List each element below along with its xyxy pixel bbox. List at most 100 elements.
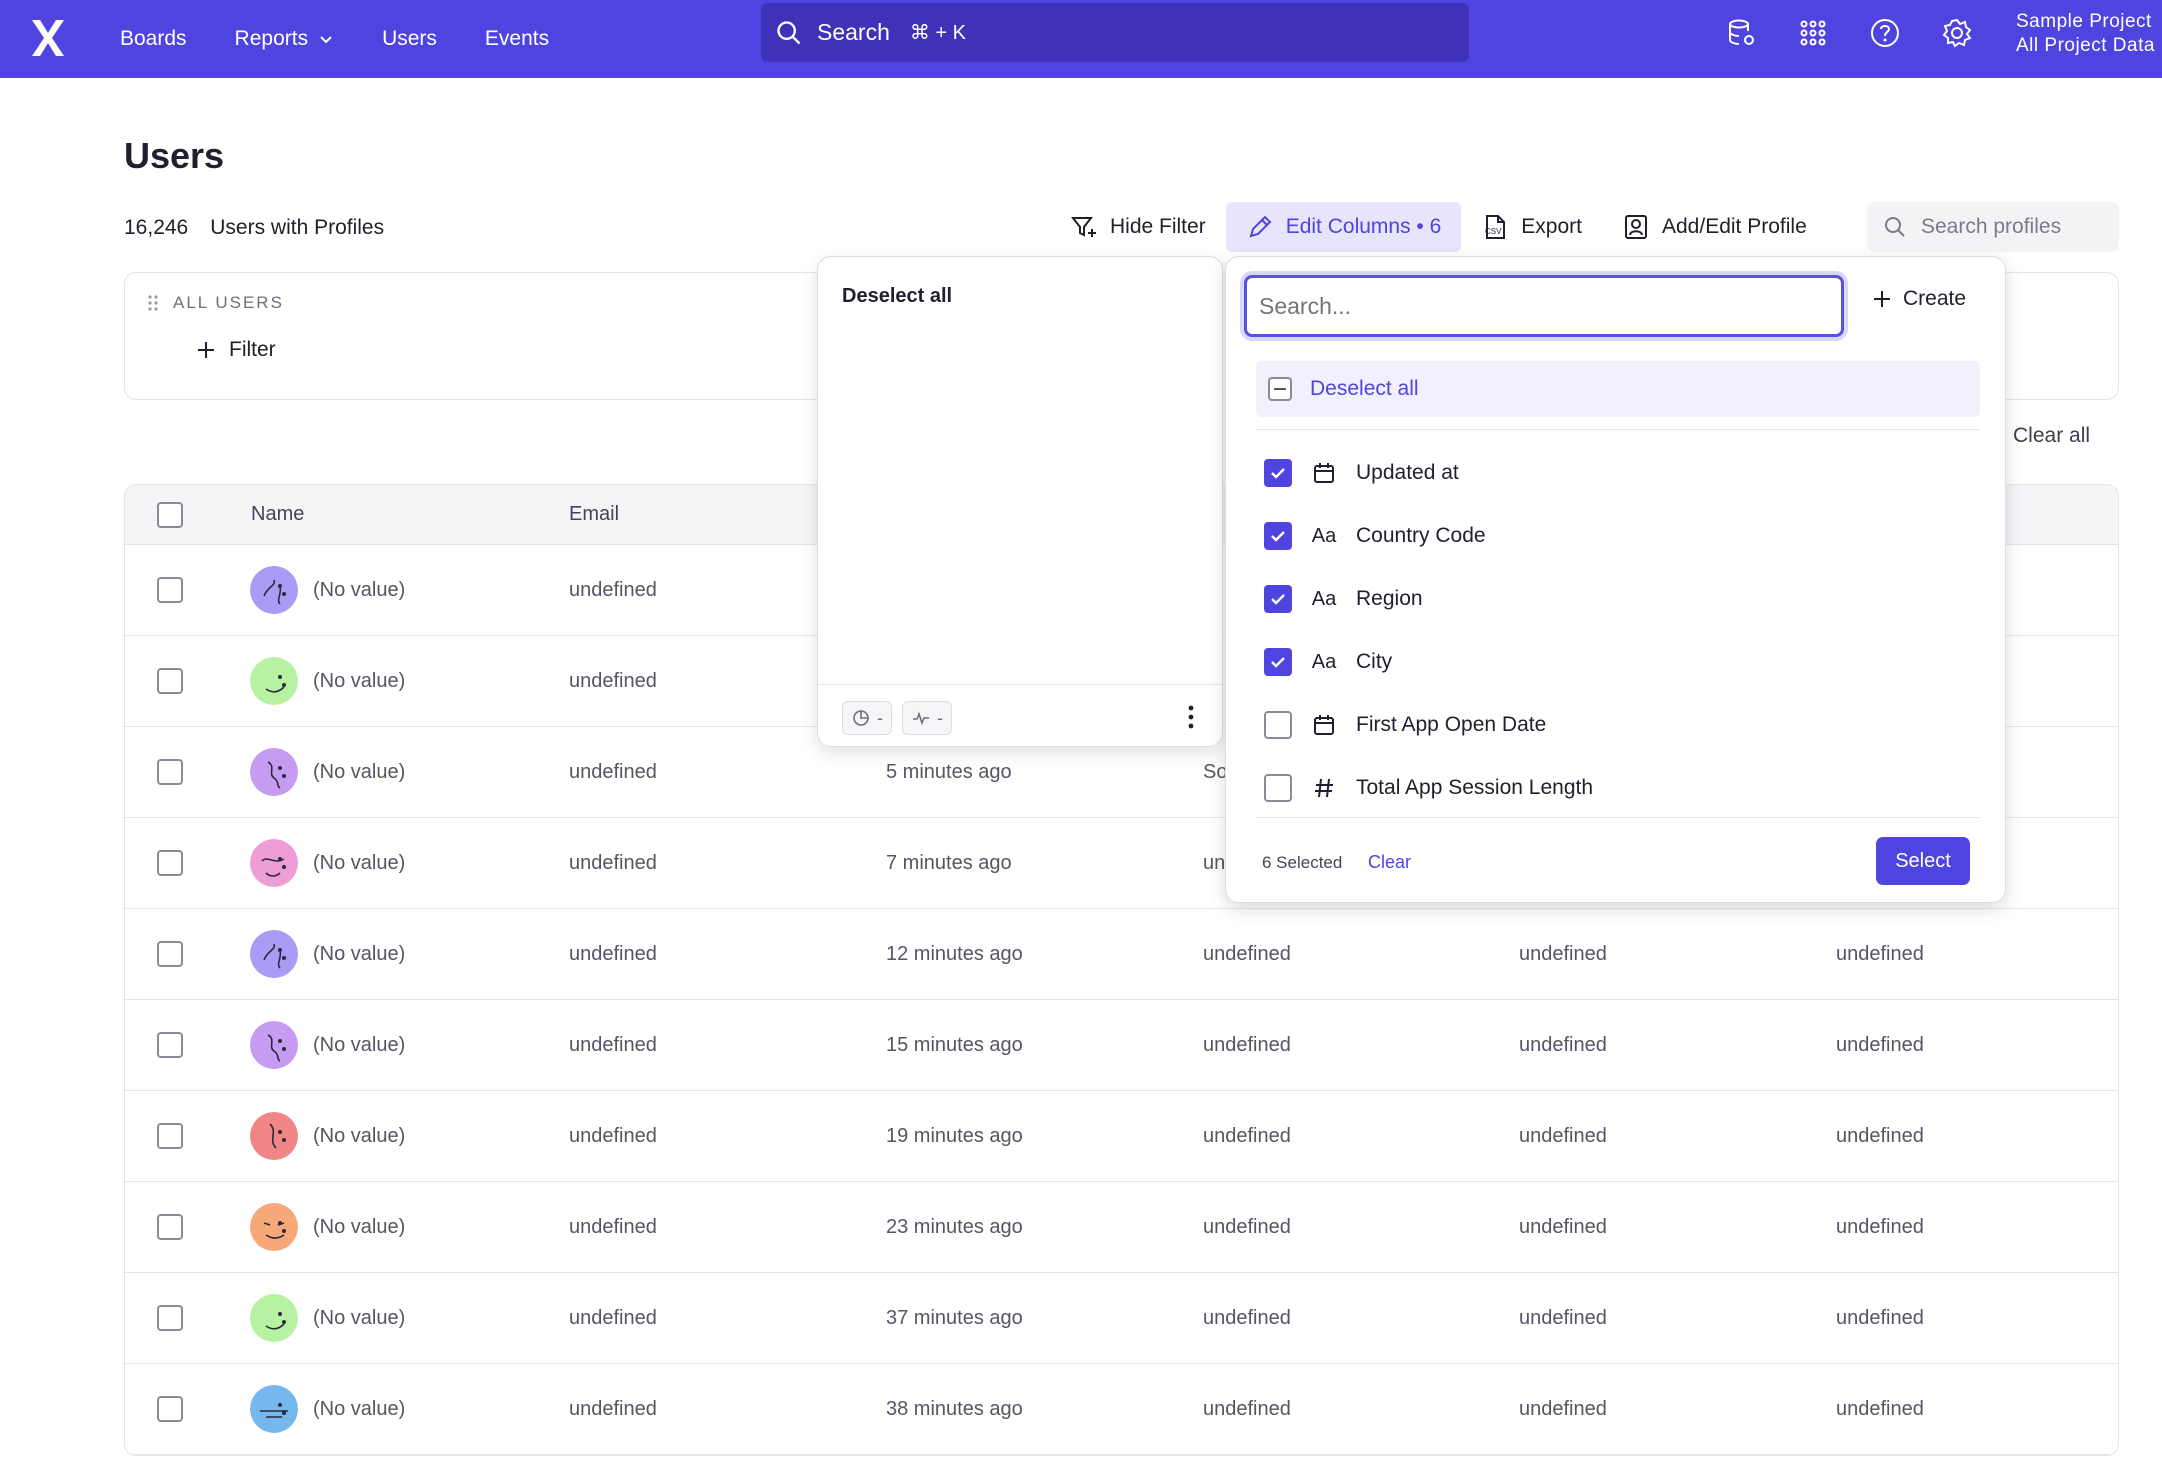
avatar — [250, 839, 298, 887]
avatar — [250, 1112, 298, 1160]
table-row[interactable]: (No value) undefined 12 minutes ago undefin… — [125, 909, 2118, 1000]
data-settings-icon[interactable] — [1722, 14, 1760, 52]
row-checkbox[interactable] — [157, 1123, 183, 1149]
user-country-code: un — [1203, 851, 1226, 874]
export-button[interactable]: CSV Export — [1461, 202, 1602, 252]
time-filter-value: - — [877, 707, 883, 728]
nav-link-events[interactable]: Events — [485, 27, 549, 51]
user-name[interactable]: (No value) — [313, 670, 405, 693]
row-checkbox[interactable] — [157, 668, 183, 694]
edit-columns-label: Edit Columns • 6 — [1285, 215, 1442, 238]
user-city: undefined — [1836, 1306, 1924, 1329]
select-button[interactable]: Select — [1876, 837, 1970, 885]
gear-icon[interactable] — [1938, 14, 1976, 52]
panel-deselect-all[interactable]: Deselect all — [842, 285, 952, 308]
user-name[interactable]: (No value) — [313, 579, 405, 602]
user-name[interactable]: (No value) — [313, 1034, 405, 1057]
column-checkbox[interactable] — [1264, 711, 1292, 739]
global-search[interactable]: Search ⌘ + K — [761, 3, 1469, 62]
text-type-icon: Aa — [1311, 650, 1337, 673]
help-icon[interactable] — [1866, 14, 1904, 52]
deselect-all-checkbox[interactable] — [1268, 377, 1292, 401]
table-row[interactable]: (No value) undefined 37 minutes ago undefin… — [125, 1273, 2118, 1364]
more-options-icon[interactable] — [1186, 703, 1196, 731]
nav-link-boards[interactable]: Boards — [120, 27, 187, 51]
row-checkbox[interactable] — [157, 1032, 183, 1058]
user-name[interactable]: (No value) — [313, 761, 405, 784]
user-name[interactable]: (No value) — [313, 1398, 405, 1421]
header-email[interactable]: Email — [569, 503, 619, 526]
row-checkbox[interactable] — [157, 577, 183, 603]
time-filter-chip[interactable]: - — [842, 701, 892, 735]
drag-handle-icon[interactable] — [147, 294, 159, 312]
column-checkbox[interactable] — [1264, 522, 1292, 550]
nav-link-reports[interactable]: Reports — [235, 27, 335, 51]
calendar-icon — [1310, 461, 1338, 485]
column-checkbox[interactable] — [1264, 585, 1292, 613]
user-name[interactable]: (No value) — [313, 1307, 405, 1330]
nav-icons — [1722, 14, 1976, 52]
check-icon — [1271, 594, 1285, 605]
plus-icon — [1874, 291, 1890, 307]
user-name[interactable]: (No value) — [313, 943, 405, 966]
column-item-total-app-session-length[interactable]: Total App Session Length — [1264, 768, 1593, 808]
search-icon — [1885, 217, 1905, 237]
check-icon — [1271, 468, 1285, 479]
svg-text:CSV: CSV — [1485, 227, 1502, 236]
column-item-region[interactable]: Aa Region — [1264, 579, 1423, 619]
user-region: undefined — [1519, 1215, 1607, 1238]
global-search-label: Search — [817, 19, 890, 45]
nav-link-users[interactable]: Users — [382, 27, 437, 51]
column-item-updated-at[interactable]: Updated at — [1264, 453, 1459, 493]
clear-selection-button[interactable]: Clear — [1368, 852, 1411, 873]
row-checkbox[interactable] — [157, 759, 183, 785]
row-checkbox[interactable] — [157, 941, 183, 967]
mixpanel-logo-icon[interactable] — [28, 16, 68, 60]
deselect-all-row[interactable]: Deselect all — [1256, 361, 1980, 417]
profile-search[interactable]: Search profiles — [1867, 202, 2119, 252]
create-column-button[interactable]: Create — [1871, 287, 1966, 311]
header-name[interactable]: Name — [251, 503, 304, 526]
column-item-city[interactable]: Aa City — [1264, 642, 1392, 682]
table-row[interactable]: (No value) undefined 15 minutes ago undefin… — [125, 1000, 2118, 1091]
row-checkbox[interactable] — [157, 850, 183, 876]
user-city: undefined — [1836, 1215, 1924, 1238]
clock-pie-icon — [853, 710, 869, 726]
activity-filter-value: - — [937, 707, 943, 728]
user-region: undefined — [1519, 1124, 1607, 1147]
add-filter-button[interactable]: Filter — [195, 338, 276, 362]
column-search-input[interactable] — [1244, 275, 1844, 337]
table-row[interactable]: (No value) undefined 19 minutes ago undefin… — [125, 1091, 2118, 1182]
table-row[interactable]: (No value) undefined 23 minutes ago undefin… — [125, 1182, 2118, 1273]
column-checkbox[interactable] — [1264, 648, 1292, 676]
table-row[interactable]: (No value) undefined 38 minutes ago undefin… — [125, 1364, 2118, 1455]
select-all-checkbox[interactable] — [157, 501, 183, 528]
column-item-country-code[interactable]: Aa Country Code — [1264, 516, 1486, 556]
row-checkbox[interactable] — [157, 1396, 183, 1422]
add-edit-profile-button[interactable]: Add/Edit Profile — [1602, 202, 1827, 252]
column-checkbox[interactable] — [1264, 774, 1292, 802]
project-switcher[interactable]: Sample Project All Project Data — [2016, 10, 2162, 58]
nav-link-label: Reports — [234, 27, 309, 50]
user-name[interactable]: (No value) — [313, 852, 405, 875]
apps-grid-icon[interactable] — [1794, 14, 1832, 52]
column-item-first-app-open-date[interactable]: First App Open Date — [1264, 705, 1546, 745]
user-name[interactable]: (No value) — [313, 1216, 405, 1239]
row-checkbox[interactable] — [157, 1214, 183, 1240]
export-label: Export — [1521, 215, 1582, 238]
user-email: undefined — [569, 1306, 657, 1329]
row-checkbox[interactable] — [157, 1305, 183, 1331]
edit-columns-button[interactable]: Edit Columns • 6 — [1225, 202, 1462, 252]
clear-all-button[interactable]: Clear all — [2013, 424, 2090, 448]
create-label: Create — [1903, 287, 1967, 310]
hide-filter-button[interactable]: Hide Filter — [1050, 202, 1226, 252]
user-name[interactable]: (No value) — [313, 1125, 405, 1148]
user-city: undefined — [1836, 1124, 1924, 1147]
user-country-code: undefined — [1203, 1306, 1291, 1329]
user-email: undefined — [569, 1033, 657, 1056]
column-checkbox[interactable] — [1264, 459, 1292, 487]
activity-filter-chip[interactable]: - — [902, 701, 952, 735]
plus-icon — [198, 342, 214, 358]
filter-icon — [1070, 217, 1096, 237]
check-icon — [1271, 657, 1285, 668]
